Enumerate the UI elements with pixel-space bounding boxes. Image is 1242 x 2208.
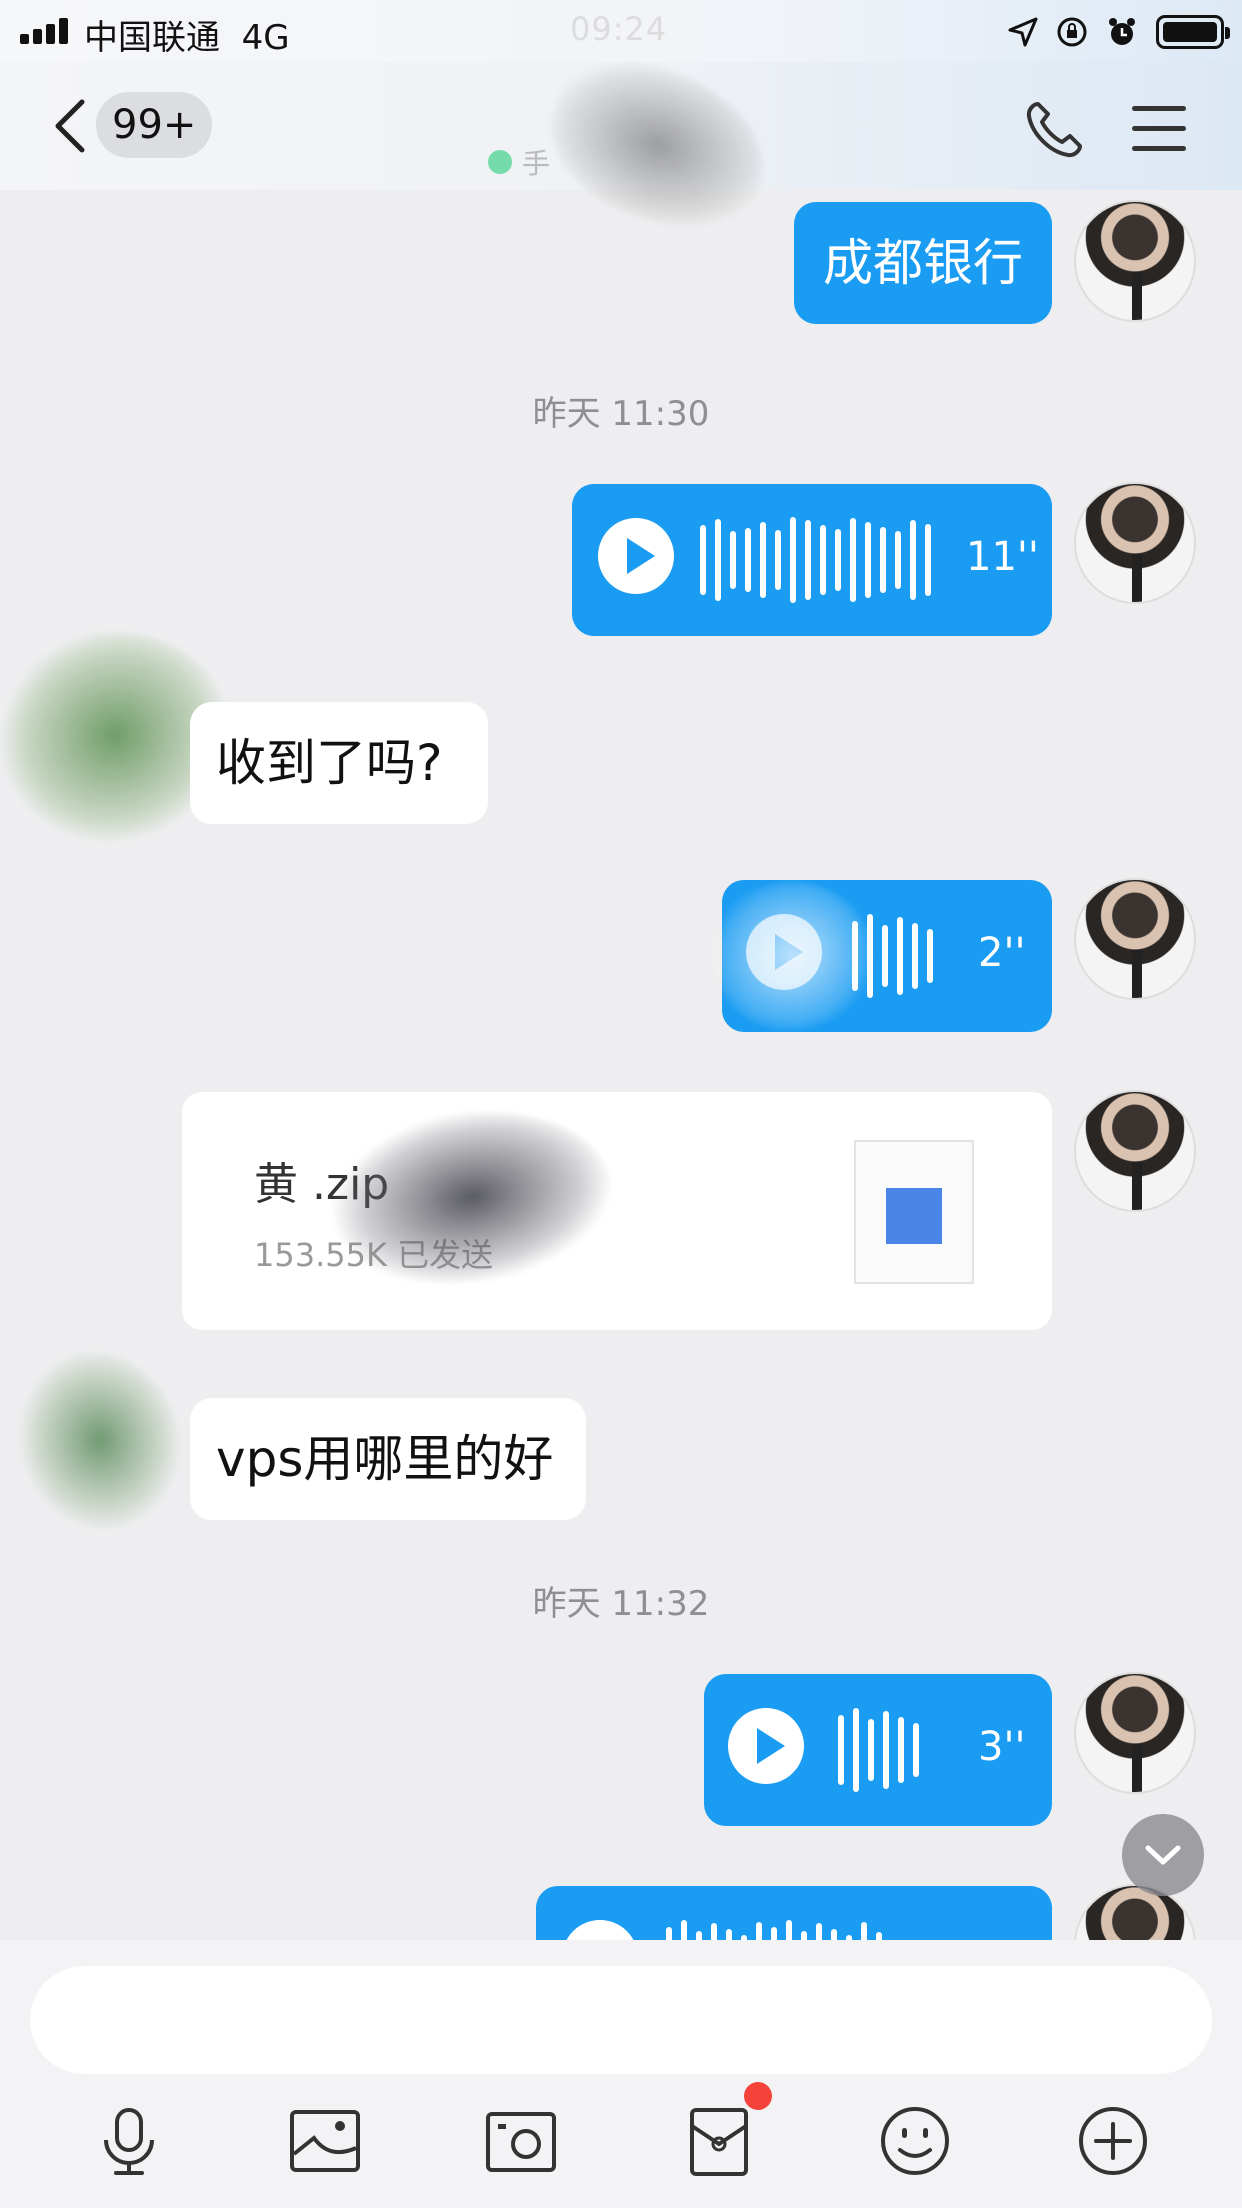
- voice-duration: 3'': [978, 1724, 1026, 1770]
- back-arrow-icon[interactable]: [50, 98, 90, 154]
- signal-strength-icon: [20, 18, 72, 44]
- battery-icon: [1156, 15, 1230, 49]
- play-icon[interactable]: [562, 1920, 638, 1940]
- voice-waveform: [666, 1918, 882, 1940]
- rotation-lock-icon: [1057, 17, 1087, 47]
- outgoing-voice-message[interactable]: [536, 1886, 1052, 1940]
- image-icon[interactable]: [288, 2104, 362, 2178]
- camera-icon[interactable]: [484, 2104, 558, 2178]
- incoming-text-message[interactable]: vps用哪里的好: [190, 1398, 586, 1520]
- redaction-scribble: [691, 857, 893, 1053]
- avatar[interactable]: [1074, 1090, 1196, 1212]
- play-icon[interactable]: [728, 1708, 804, 1784]
- menu-icon[interactable]: [1130, 102, 1188, 154]
- play-icon[interactable]: [598, 518, 674, 594]
- voice-waveform: [700, 516, 931, 604]
- redacted-avatar: [3, 1335, 197, 1545]
- message-timestamp: 昨天 11:30: [532, 394, 710, 434]
- status-icons: [1008, 12, 1230, 52]
- outgoing-voice-message[interactable]: 11'': [572, 484, 1052, 636]
- outgoing-voice-message[interactable]: 3'': [704, 1674, 1052, 1826]
- outgoing-file-message[interactable]: 黄 .zip 153.55K 已发送: [182, 1088, 1052, 1330]
- emoji-icon[interactable]: [878, 2104, 952, 2178]
- location-icon: [1008, 17, 1038, 47]
- voice-duration: 11'': [966, 534, 1039, 580]
- status-time: 09:24: [570, 10, 668, 48]
- status-bar: 中国联通 4G 09:24: [0, 0, 1242, 62]
- microphone-icon[interactable]: [92, 2104, 166, 2178]
- input-area: [0, 1940, 1242, 2208]
- carrier-label: 中国联通 4G: [84, 18, 290, 58]
- avatar[interactable]: [1074, 200, 1196, 322]
- avatar[interactable]: [1074, 1672, 1196, 1794]
- online-dot-icon: [488, 150, 512, 174]
- alarm-icon: [1109, 18, 1135, 45]
- incoming-text-message[interactable]: 收到了吗?: [190, 702, 488, 824]
- scroll-to-bottom-button[interactable]: [1122, 1814, 1204, 1896]
- online-status: 手: [488, 142, 550, 182]
- voice-waveform: [838, 1706, 919, 1794]
- unread-count-badge[interactable]: 99+: [96, 92, 213, 158]
- zip-file-icon: [854, 1140, 974, 1284]
- message-input[interactable]: [30, 1966, 1212, 2074]
- red-packet-icon[interactable]: [682, 2104, 756, 2178]
- chevron-down-icon: [1145, 1845, 1181, 1865]
- chat-header: 99+ 手: [0, 39, 1242, 251]
- notification-badge: [744, 2082, 772, 2110]
- avatar[interactable]: [1074, 878, 1196, 1000]
- message-timestamp: 昨天 11:32: [532, 1584, 710, 1624]
- outgoing-voice-message[interactable]: 2'': [691, 857, 1052, 1053]
- voice-duration: 2'': [978, 930, 1026, 976]
- phone-call-icon[interactable]: [1024, 100, 1086, 160]
- avatar[interactable]: [1074, 482, 1196, 604]
- plus-icon[interactable]: [1076, 2104, 1150, 2178]
- message-list[interactable]: 成都银行 昨天 11:30 11'' 收到了吗? 2'' 黄 .zip 153.…: [0, 190, 1242, 1940]
- outgoing-text-message[interactable]: 成都银行: [794, 202, 1052, 324]
